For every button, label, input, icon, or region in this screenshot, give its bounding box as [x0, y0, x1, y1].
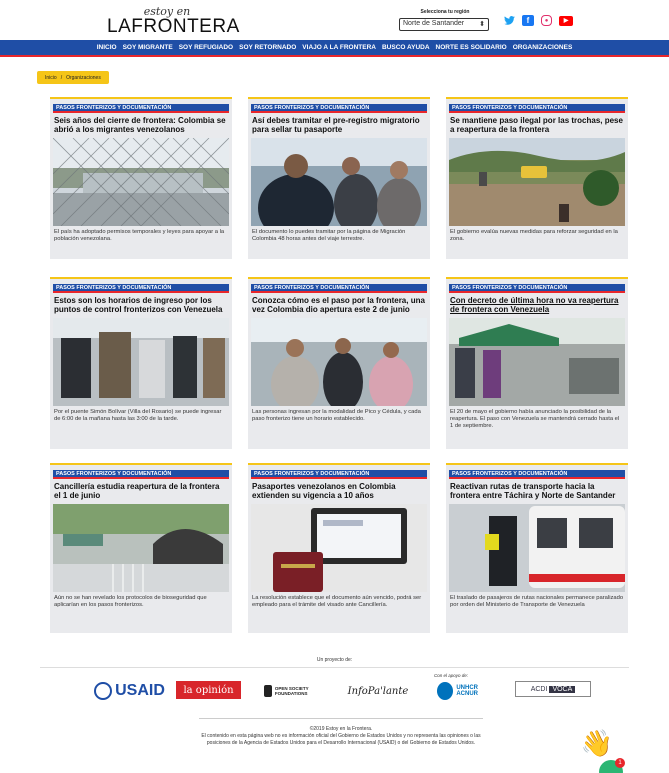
acdi-text: ACDI	[530, 685, 548, 693]
voca-text: VOCA	[549, 685, 576, 693]
usaid-text: USAID	[115, 682, 165, 699]
footer-divider-2	[199, 718, 483, 719]
instagram-icon[interactable]: ●	[541, 15, 552, 26]
article-card[interactable]: PASOS FRONTERIZOS Y DOCUMENTACIÓN Conozc…	[248, 277, 430, 449]
facebook-icon[interactable]: f	[522, 15, 534, 26]
article-card[interactable]: PASOS FRONTERIZOS Y DOCUMENTACIÓN Reacti…	[446, 463, 628, 633]
article-description: Aún no se han revelado los protocolos de…	[54, 595, 207, 608]
youtube-icon[interactable]: ▶	[559, 15, 573, 26]
article-image[interactable]	[449, 504, 625, 592]
nav-item-norte-es-solidario[interactable]: NORTE ES SOLIDARIO	[436, 44, 507, 51]
article-card[interactable]: PASOS FRONTERIZOS Y DOCUMENTACIÓN Pasapo…	[248, 463, 430, 633]
article-card[interactable]: PASOS FRONTERIZOS Y DOCUMENTACIÓN Cancil…	[50, 463, 232, 633]
region-dropdown[interactable]: Norte de Santander ⬍	[399, 18, 489, 31]
article-title[interactable]: Se mantiene paso ilegal por las trochas,…	[450, 116, 624, 134]
breadcrumb-home[interactable]: Inicio	[45, 75, 57, 81]
region-value: Norte de Santander	[403, 20, 465, 27]
footer-legal: ©2019 Estoy en la Frontera. El contenido…	[199, 726, 483, 747]
article-category[interactable]: PASOS FRONTERIZOS Y DOCUMENTACIÓN	[449, 284, 625, 293]
article-category[interactable]: PASOS FRONTERIZOS Y DOCUMENTACIÓN	[449, 104, 625, 113]
article-description: El 20 de mayo el gobierno había anunciad…	[450, 409, 620, 429]
la-opinion-logo[interactable]: la opinión	[176, 681, 241, 699]
notification-count: 1	[615, 758, 625, 768]
article-title[interactable]: Estos son los horarios de ingreso por lo…	[54, 296, 228, 314]
site-header: estoy en LAFRONTERA Selecciona tu región…	[0, 0, 669, 40]
article-category[interactable]: PASOS FRONTERIZOS Y DOCUMENTACIÓN	[53, 104, 229, 113]
chat-widget-button[interactable]: 1	[599, 758, 625, 773]
article-image[interactable]	[251, 504, 427, 592]
site-logo[interactable]: estoy en LAFRONTERA	[107, 6, 240, 37]
article-description: El país ha adoptado permisos temporales …	[54, 229, 225, 242]
article-title[interactable]: Con decreto de última hora no va reapert…	[450, 296, 624, 314]
article-description: Las personas ingresan por la modalidad d…	[252, 409, 421, 422]
article-category[interactable]: PASOS FRONTERIZOS Y DOCUMENTACIÓN	[251, 104, 427, 113]
article-category[interactable]: PASOS FRONTERIZOS Y DOCUMENTACIÓN	[53, 284, 229, 293]
article-description: El traslado de pasajeros de rutas nacion…	[450, 595, 624, 608]
article-image[interactable]	[251, 318, 427, 406]
footer-divider	[40, 667, 629, 668]
article-card[interactable]: PASOS FRONTERIZOS Y DOCUMENTACIÓN Con de…	[446, 277, 628, 449]
breadcrumb-current: Organizaciones	[66, 74, 101, 81]
article-card[interactable]: PASOS FRONTERIZOS Y DOCUMENTACIÓN Seis a…	[50, 97, 232, 259]
article-description: Por el puente Simón Bolívar (Villa del R…	[54, 409, 222, 422]
chevron-down-icon: ⬍	[479, 21, 485, 28]
article-card[interactable]: PASOS FRONTERIZOS Y DOCUMENTACIÓN Se man…	[446, 97, 628, 259]
article-category[interactable]: PASOS FRONTERIZOS Y DOCUMENTACIÓN	[53, 470, 229, 479]
partner-logos: USAID la opinión OPEN SOCIETY FOUNDATION…	[0, 680, 669, 704]
nav-item-inicio[interactable]: INICIO	[97, 44, 117, 51]
article-card[interactable]: PASOS FRONTERIZOS Y DOCUMENTACIÓN Estos …	[50, 277, 232, 449]
logo-wordmark: LAFRONTERA	[107, 16, 240, 37]
article-image[interactable]	[53, 504, 229, 592]
unhcr-emblem-icon	[437, 682, 454, 700]
acdi-voca-logo[interactable]: ACDI VOCA	[515, 681, 591, 697]
open-society-mark-icon	[264, 685, 272, 697]
nav-item-soy-retornado[interactable]: SOY RETORNADO	[239, 44, 296, 51]
article-image[interactable]	[53, 318, 229, 406]
article-image[interactable]	[53, 138, 229, 226]
article-title[interactable]: Pasaportes venezolanos en Colombia extie…	[252, 482, 426, 500]
la-opinion-text: la opinión	[183, 684, 234, 696]
article-image[interactable]	[251, 138, 427, 226]
unhcr-text: UNHCR ACNUR	[456, 685, 479, 697]
nav-item-soy-migrante[interactable]: SOY MIGRANTE	[123, 44, 173, 51]
article-category[interactable]: PASOS FRONTERIZOS Y DOCUMENTACIÓN	[449, 470, 625, 479]
open-society-text: OPEN SOCIETY FOUNDATIONS	[274, 686, 309, 696]
usaid-logo[interactable]: USAID	[92, 680, 167, 702]
nav-item-busco-ayuda[interactable]: BUSCO AYUDA	[382, 44, 430, 51]
unhcr-logo[interactable]: UNHCR ACNUR	[437, 680, 497, 702]
copyright-text: ©2019 Estoy en la Frontera.	[309, 726, 373, 732]
disclaimer-text: El contenido en esta página web no es in…	[201, 733, 481, 746]
project-label: Un proyecto de:	[316, 657, 353, 663]
article-title[interactable]: Cancillería estudia reapertura de la fro…	[54, 482, 228, 500]
article-title[interactable]: Seis años del cierre de frontera: Colomb…	[54, 116, 228, 134]
nav-item-viajo-a-la-frontera[interactable]: VIAJO A LA FRONTERA	[302, 44, 376, 51]
article-card[interactable]: PASOS FRONTERIZOS Y DOCUMENTACIÓN Así de…	[248, 97, 430, 259]
infopalante-text: InfoPa'lante	[347, 685, 409, 697]
nav-item-soy-refugiado[interactable]: SOY REFUGIADO	[179, 44, 233, 51]
social-links: f ● ▶	[503, 15, 573, 26]
article-title[interactable]: Conozca cómo es el paso por la frontera,…	[252, 296, 426, 314]
article-image[interactable]	[449, 138, 625, 226]
main-nav: INICIO SOY MIGRANTE SOY REFUGIADO SOY RE…	[0, 40, 669, 57]
article-title[interactable]: Así debes tramitar el pre-registro migra…	[252, 116, 426, 134]
breadcrumb-separator: /	[60, 74, 63, 81]
article-image[interactable]	[449, 318, 625, 406]
nav-item-organizaciones[interactable]: ORGANIZACIONES	[513, 44, 573, 51]
article-category[interactable]: PASOS FRONTERIZOS Y DOCUMENTACIÓN	[251, 470, 427, 479]
article-category[interactable]: PASOS FRONTERIZOS Y DOCUMENTACIÓN	[251, 284, 427, 293]
article-description: El gobierno evalúa nuevas medidas para r…	[450, 229, 618, 242]
waving-hand-icon[interactable]: 👋	[578, 724, 616, 762]
usaid-seal-icon	[94, 682, 113, 700]
article-description: La resolución establece que el documento…	[252, 595, 422, 608]
infopalante-logo[interactable]: InfoPa'lante	[339, 682, 417, 700]
region-selector: Selecciona tu región Norte de Santander …	[399, 9, 491, 31]
twitter-icon[interactable]	[503, 15, 515, 26]
support-label: Con el apoyo de:	[434, 673, 469, 678]
region-label: Selecciona tu región	[420, 9, 470, 15]
article-title[interactable]: Reactivan rutas de transporte hacia la f…	[450, 482, 624, 500]
article-description: El documento lo puedes tramitar por la p…	[252, 229, 406, 242]
breadcrumb: Inicio / Organizaciones	[37, 71, 109, 84]
open-society-logo[interactable]: OPEN SOCIETY FOUNDATIONS	[264, 684, 319, 698]
